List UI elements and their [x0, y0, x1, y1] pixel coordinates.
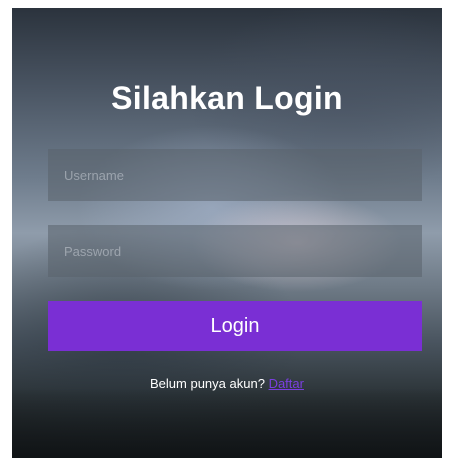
signup-link[interactable]: Daftar — [269, 376, 304, 391]
signup-prompt-text: Belum punya akun? — [150, 376, 265, 391]
page-title: Silahkan Login — [111, 80, 343, 116]
login-button[interactable]: Login — [48, 301, 422, 351]
signup-prompt: Belum punya akun? Daftar — [12, 376, 442, 391]
username-input[interactable] — [48, 149, 422, 201]
login-panel: Silahkan Login Login Belum punya akun? D… — [12, 8, 442, 458]
password-input[interactable] — [48, 225, 422, 277]
